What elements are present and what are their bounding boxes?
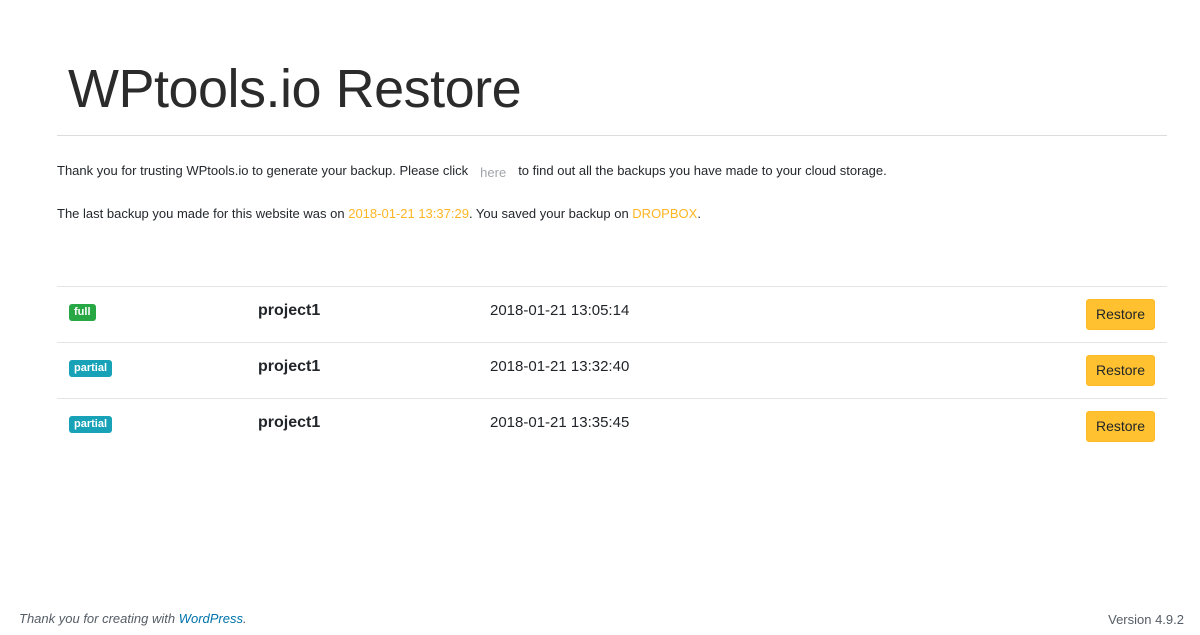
backup-type-badge: partial xyxy=(69,360,113,377)
restore-button[interactable]: Restore xyxy=(1085,411,1155,442)
page-title: WPtools.io Restore xyxy=(68,59,522,119)
last-backup-storage: DROPBOX xyxy=(632,206,698,221)
intro-text-start: Thank you for trusting WPtools.io to gen… xyxy=(57,163,469,178)
last-backup-middle: . You saved your backup on xyxy=(468,206,629,221)
backup-project: project1 xyxy=(258,302,321,319)
backup-date: 2018-01-21 13:35:45 xyxy=(490,414,630,431)
backup-type-badge: partial xyxy=(69,416,113,433)
last-backup-date: 2018-01-21 13:37:29 xyxy=(348,206,469,221)
backup-type-badge: full xyxy=(69,304,96,321)
restore-button[interactable]: Restore xyxy=(1085,355,1155,386)
footer-thanks: Thank you for creating with WordPress. xyxy=(19,611,247,626)
footer-version: Version 4.9.2 xyxy=(1108,612,1184,627)
title-divider xyxy=(57,135,1167,136)
footer-thanks-prefix: Thank you for creating with xyxy=(19,611,176,626)
last-backup-info: The last backup you made for this websit… xyxy=(57,204,701,224)
intro-text: Thank you for trusting WPtools.io to gen… xyxy=(57,161,887,181)
backup-project: project1 xyxy=(258,358,321,375)
restore-page: WPtools.io Restore Thank you for trustin… xyxy=(0,0,1200,635)
footer-thanks-suffix: . xyxy=(243,611,247,626)
restore-button[interactable]: Restore xyxy=(1085,299,1155,330)
backup-project: project1 xyxy=(258,414,321,431)
intro-text-end: to find out all the backups you have mad… xyxy=(518,163,887,178)
last-backup-suffix: . xyxy=(697,206,701,221)
last-backup-prefix: The last backup you made for this websit… xyxy=(57,206,345,221)
backup-row: partial project1 2018-01-21 13:32:40 Res… xyxy=(57,342,1167,398)
backup-date: 2018-01-21 13:05:14 xyxy=(490,302,630,319)
backup-list: full project1 2018-01-21 13:05:14 Restor… xyxy=(57,286,1167,454)
wordpress-link[interactable]: WordPress xyxy=(179,611,243,626)
here-link[interactable]: here xyxy=(468,163,518,183)
backup-date: 2018-01-21 13:32:40 xyxy=(490,358,630,375)
backup-row: full project1 2018-01-21 13:05:14 Restor… xyxy=(57,286,1167,342)
backup-row: partial project1 2018-01-21 13:35:45 Res… xyxy=(57,398,1167,454)
